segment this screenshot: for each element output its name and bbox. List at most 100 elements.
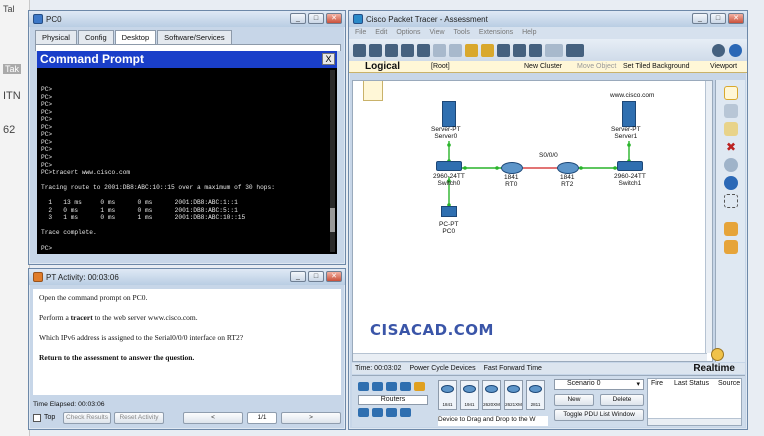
fast-forward-time-button[interactable]: Fast Forward Time <box>484 365 542 372</box>
menu-item-extensions[interactable]: Extensions <box>479 29 513 37</box>
server0-device[interactable] <box>442 101 456 127</box>
toggle-pdu-list-button[interactable]: Toggle PDU List Window <box>554 409 644 421</box>
top-checkbox[interactable] <box>33 414 41 422</box>
router-model-1841[interactable]: 1841 <box>438 380 457 410</box>
wan-emulation-icon[interactable] <box>372 408 383 417</box>
delete-icon[interactable]: ✖ <box>724 140 738 154</box>
custom-devices-icon[interactable] <box>386 408 397 417</box>
menu-item-view[interactable]: View <box>429 29 444 37</box>
custom-device-icon[interactable] <box>566 43 584 57</box>
maximize-button[interactable]: □ <box>308 271 324 282</box>
scenario-select[interactable]: Scenario 0 ▾ <box>554 379 644 390</box>
connections-category-icon[interactable] <box>414 382 425 391</box>
switch1-label: 2960-24TT Switch1 <box>614 173 646 187</box>
router-model-2621xm[interactable]: 2621XM <box>504 380 523 410</box>
minimize-button[interactable]: _ <box>692 13 708 24</box>
pc0-device[interactable] <box>441 206 457 217</box>
tab-desktop[interactable]: Desktop <box>114 30 157 44</box>
close-button[interactable]: ✕ <box>326 271 342 282</box>
end-devices-icon[interactable] <box>358 408 369 417</box>
multiuser-icon[interactable] <box>400 408 411 417</box>
router-model-2811[interactable]: 2811 <box>526 380 545 410</box>
pc0-titlebar[interactable]: PC0 _ □ ✕ <box>29 11 345 27</box>
router-model-1941[interactable]: 1941 <box>460 380 479 410</box>
realtime-clock-icon[interactable] <box>711 348 724 361</box>
menu-item-tools[interactable]: Tools <box>454 29 470 37</box>
root-label[interactable]: [Root] <box>431 63 450 70</box>
power-cycle-devices-button[interactable]: Power Cycle Devices <box>409 365 475 372</box>
redo-icon[interactable] <box>481 43 494 57</box>
logical-canvas[interactable]: Server-PT Server0 2960-24TT Switch0 PC-PT P… <box>352 80 713 362</box>
help-icon[interactable] <box>729 43 742 57</box>
hand-icon[interactable] <box>724 104 738 118</box>
set-tiled-background-button[interactable]: Set Tiled Background <box>623 63 690 70</box>
zoom-out-icon[interactable] <box>529 43 542 57</box>
next-button[interactable]: > <box>281 412 341 424</box>
inspect-icon[interactable] <box>724 158 738 172</box>
move-object-button[interactable]: Move Object <box>577 63 616 70</box>
canvas-vertical-scrollbar[interactable] <box>705 81 712 353</box>
info-icon[interactable] <box>712 43 725 57</box>
close-button[interactable]: ✕ <box>326 13 342 24</box>
canvas-horizontal-scrollbar[interactable] <box>353 353 707 361</box>
previous-button[interactable]: < <box>183 412 243 424</box>
maximize-button[interactable]: □ <box>710 13 726 24</box>
delete-scenario-button[interactable]: Delete <box>600 394 644 406</box>
new-cluster-button[interactable]: New Cluster <box>524 63 562 70</box>
realtime-mode-label[interactable]: Realtime <box>693 363 745 374</box>
reset-activity-button[interactable]: Reset Activity <box>114 412 164 424</box>
switch1-device[interactable] <box>617 161 643 171</box>
copy-icon[interactable] <box>433 43 446 57</box>
select-icon[interactable] <box>724 86 738 100</box>
print-icon[interactable] <box>401 43 414 57</box>
pt-activity-titlebar[interactable]: PT Activity: 00:03:06 _ □ ✕ <box>29 269 345 285</box>
close-button[interactable]: ✕ <box>728 13 744 24</box>
switch0-device[interactable] <box>436 161 462 171</box>
activity-wizard-icon[interactable] <box>417 43 430 57</box>
scrollbar-thumb[interactable] <box>330 208 335 232</box>
pt-titlebar[interactable]: Cisco Packet Tracer - Assessment _ □ ✕ <box>349 11 747 27</box>
pdu-column-fire: Fire <box>651 380 664 387</box>
rt0-router[interactable] <box>501 162 523 174</box>
server1-device[interactable] <box>622 101 636 127</box>
open-file-icon[interactable] <box>369 43 382 57</box>
zoom-reset-icon[interactable] <box>513 43 526 57</box>
check-results-button[interactable]: Check Results <box>63 412 111 424</box>
wireless-category-icon[interactable] <box>400 382 411 391</box>
viewport-button[interactable]: Viewport <box>710 63 737 70</box>
draw-shape-icon[interactable] <box>724 176 738 190</box>
switches-category-icon[interactable] <box>372 382 383 391</box>
pdu-scrollbar[interactable] <box>648 418 741 425</box>
minimize-button[interactable]: _ <box>290 271 306 282</box>
undo-icon[interactable] <box>465 43 478 57</box>
add-simple-pdu-icon[interactable] <box>724 222 738 236</box>
console-output[interactable]: PC> PC> PC> PC> PC> PC> PC> PC> PC> PC> … <box>37 68 337 254</box>
maximize-button[interactable]: □ <box>308 13 324 24</box>
add-complex-pdu-icon[interactable] <box>724 240 738 254</box>
logical-tab[interactable]: Logical <box>349 61 400 72</box>
command-prompt-close-button[interactable]: X <box>322 53 335 65</box>
routers-category-icon[interactable] <box>358 382 369 391</box>
resize-shape-icon[interactable] <box>724 194 738 208</box>
rt2-router[interactable] <box>557 162 579 174</box>
router-model-label: 2620XM <box>483 402 500 407</box>
menu-item-options[interactable]: Options <box>396 29 420 37</box>
paste-icon[interactable] <box>449 43 462 57</box>
new-scenario-button[interactable]: New <box>554 394 594 406</box>
tab-config[interactable]: Config <box>77 30 114 44</box>
minimize-button[interactable]: _ <box>290 13 306 24</box>
console-scrollbar[interactable] <box>330 70 335 252</box>
hubs-category-icon[interactable] <box>386 382 397 391</box>
save-icon[interactable] <box>385 43 398 57</box>
note-icon[interactable] <box>724 122 738 136</box>
tab-software-services[interactable]: Software/Services <box>157 30 232 44</box>
menu-item-edit[interactable]: Edit <box>375 29 387 37</box>
menu-item-help[interactable]: Help <box>522 29 536 37</box>
menu-item-file[interactable]: File <box>355 29 366 37</box>
new-file-icon[interactable] <box>353 43 366 57</box>
instruction-text: Return to the assessment to answer the q… <box>39 353 195 362</box>
tab-physical[interactable]: Physical <box>35 30 77 44</box>
router-model-2620xm[interactable]: 2620XM <box>482 380 501 410</box>
zoom-in-icon[interactable] <box>497 43 510 57</box>
palette-icon[interactable] <box>545 43 563 57</box>
